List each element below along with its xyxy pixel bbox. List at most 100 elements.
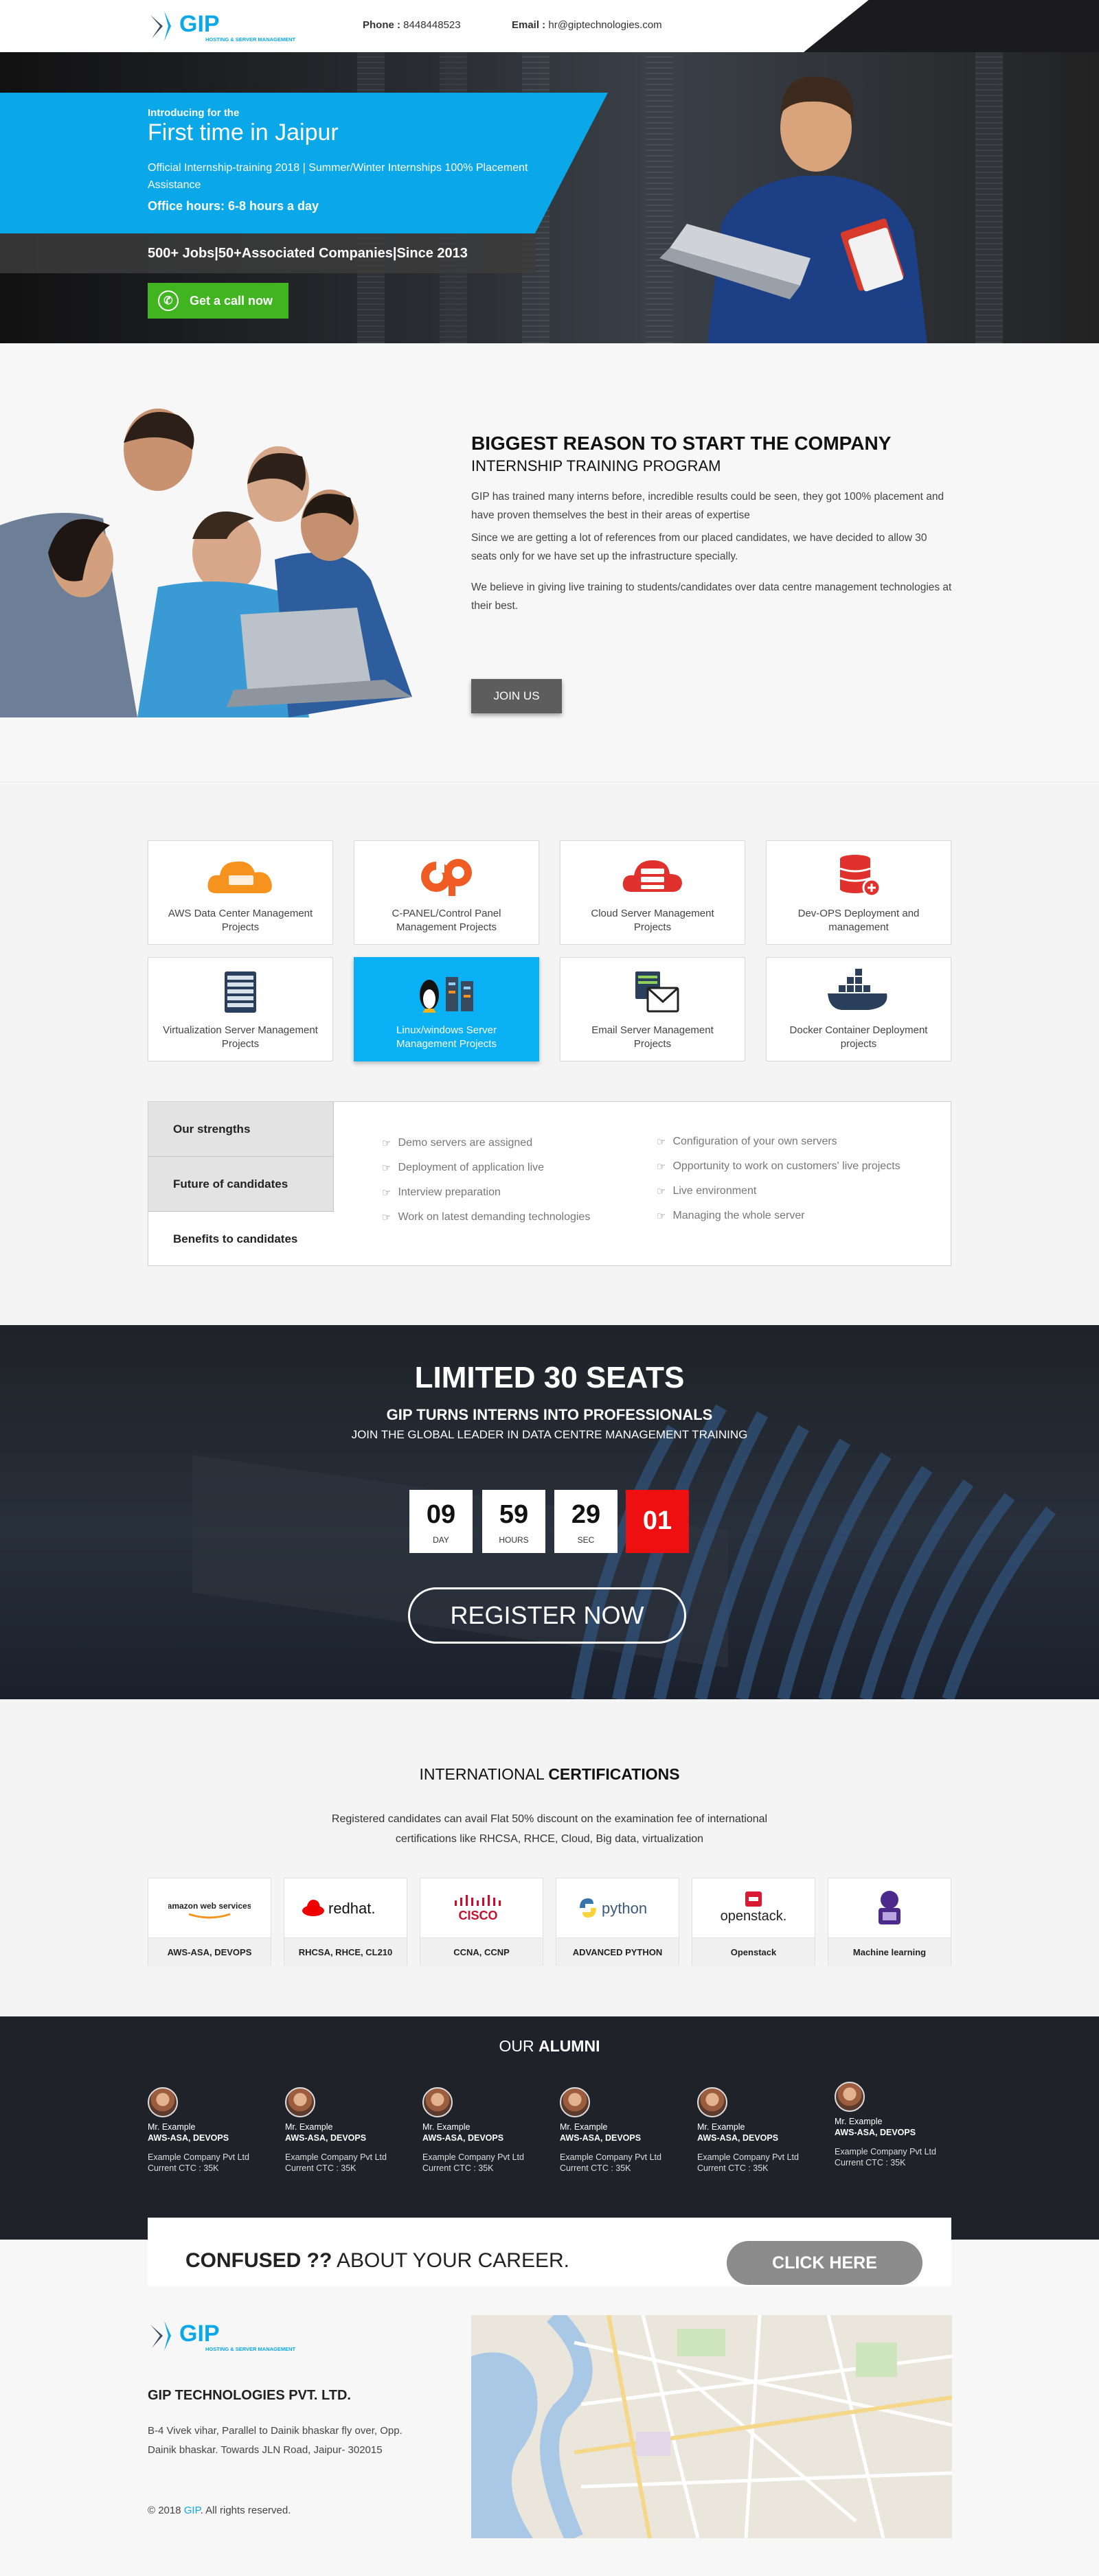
- logo-text: GIP: [179, 2321, 220, 2347]
- cert-caption: RHCSA, RHCE, CL210: [284, 1937, 407, 1966]
- svg-text:openstack.: openstack.: [721, 1909, 787, 1924]
- alumni-name: Mr. Example: [422, 2122, 471, 2132]
- service-label: Virtualization Server Management Project…: [163, 1024, 318, 1050]
- phone-icon: ✆: [158, 290, 179, 311]
- svg-text:CISCO: CISCO: [458, 1909, 497, 1922]
- service-card-docker[interactable]: Docker Container Deployment projects: [766, 957, 951, 1061]
- header-email[interactable]: Email : hr@giptechnologies.com: [512, 19, 662, 31]
- alumni-role: AWS-ASA, DEVOPS: [835, 2128, 916, 2137]
- service-card-cloud-server[interactable]: Cloud Server Management Projects: [560, 840, 745, 945]
- service-label: Cloud Server Management Projects: [591, 908, 714, 933]
- list-item: ☞ Configuration of your own servers: [657, 1136, 837, 1148]
- hand-pointer-icon: ☞: [657, 1186, 666, 1197]
- cert-caption: Openstack: [692, 1937, 815, 1966]
- alumni-name: Mr. Example: [697, 2122, 745, 2132]
- reason-subheading: INTERNSHIP TRAINING PROGRAM: [471, 457, 721, 474]
- alumni-ctc: Current CTC : 35K: [285, 2163, 356, 2173]
- reason-text-block: BIGGEST REASON TO START THE COMPANY INTE…: [471, 433, 952, 615]
- alumni-card: Mr. Example AWS-ASA, DEVOPS Example Comp…: [560, 2087, 690, 2174]
- alumni-company: Example Company Pvt Ltd: [697, 2152, 799, 2162]
- avatar: [422, 2087, 453, 2117]
- service-card-linux-windows[interactable]: Linux/windows Server Management Projects: [354, 957, 539, 1061]
- cert-card-openstack[interactable]: openstack. Openstack: [692, 1878, 815, 1966]
- avatar: [148, 2087, 178, 2117]
- list-item: ☞ Work on latest demanding technologies: [382, 1211, 591, 1223]
- certifications-section: INTERNATIONAL CERTIFICATIONS Registered …: [0, 1699, 1099, 2016]
- header-phone[interactable]: Phone : 8448448523: [363, 19, 461, 31]
- alumni-role: AWS-ASA, DEVOPS: [148, 2133, 229, 2143]
- logo-tagline: HOSTING & SERVER MANAGEMENT: [205, 36, 296, 43]
- certifications-description: Registered candidates can avail Flat 50%…: [331, 1813, 768, 1845]
- alumni-company: Example Company Pvt Ltd: [835, 2147, 936, 2157]
- amazon-logo: amazon web services: [148, 1878, 271, 1937]
- gip-logo[interactable]: GIP HOSTING & SERVER MANAGEMENT: [148, 5, 306, 47]
- alumni-name: Mr. Example: [285, 2122, 333, 2132]
- svg-text:amazon web services: amazon web services: [168, 1901, 251, 1911]
- benefits-list-left: ☞ Demo servers are assigned ☞ Deployment o…: [382, 1131, 590, 1230]
- python-logo: python: [556, 1878, 679, 1937]
- footer-copyright: © 2018 GIP. All rights reserved.: [148, 2505, 291, 2516]
- register-now-button[interactable]: REGISTER NOW: [408, 1587, 686, 1644]
- hand-pointer-icon: ☞: [382, 1162, 392, 1174]
- cert-card-aws[interactable]: amazon web services AWS-ASA, DEVOPS: [148, 1878, 271, 1966]
- cert-card-python[interactable]: python ADVANCED PYTHON: [556, 1878, 679, 1966]
- alumni-section: OUR ALUMNI Mr. Example AWS-ASA, DEVOPS E…: [0, 2016, 1099, 2240]
- machine-learning-icon: [828, 1878, 951, 1937]
- hero-stats: 500+ Jobs|50+Associated Companies|Since …: [148, 246, 468, 261]
- service-card-cpanel[interactable]: C-PANEL/Control Panel Management Project…: [354, 840, 539, 945]
- location-map[interactable]: [471, 2315, 952, 2538]
- hero-banner: Introducing for the First time in Jaipur…: [0, 52, 1099, 343]
- avatar: [285, 2087, 315, 2117]
- alumni-role: AWS-ASA, DEVOPS: [697, 2133, 779, 2143]
- reason-paragraph-3: We believe in giving live training to st…: [471, 582, 952, 612]
- service-label: Email Server Management Projects: [591, 1024, 714, 1050]
- cert-caption: AWS-ASA, DEVOPS: [148, 1937, 271, 1966]
- header-dark-corner: [804, 0, 1099, 52]
- gip-logo[interactable]: GIP HOSTING & SERVER MANAGEMENT: [148, 2315, 306, 2356]
- service-card-devops[interactable]: Dev-OPS Deployment and management: [766, 840, 951, 945]
- hand-pointer-icon: ☞: [657, 1210, 666, 1222]
- service-card-virtualization[interactable]: Virtualization Server Management Project…: [148, 957, 333, 1061]
- alumni-card: Mr. Example AWS-ASA, DEVOPS Example Comp…: [285, 2087, 416, 2174]
- footer-brand-link[interactable]: GIP: [184, 2505, 201, 2516]
- cert-card-machine-learning[interactable]: Machine learning: [828, 1878, 951, 1966]
- limited-seats-tagline: JOIN THE GLOBAL LEADER IN DATA CENTRE MA…: [351, 1428, 748, 1441]
- click-here-button[interactable]: CLICK HERE: [727, 2241, 922, 2285]
- cert-card-cisco[interactable]: CISCO CCNA, CCNP: [420, 1878, 543, 1966]
- certifications-title: INTERNATIONAL CERTIFICATIONS: [419, 1765, 680, 1783]
- get-call-button[interactable]: ✆ Get a call now: [148, 283, 288, 319]
- service-card-aws[interactable]: AWS Data Center Management Projects: [148, 840, 333, 945]
- alumni-card: Mr. Example AWS-ASA, DEVOPS Example Comp…: [422, 2087, 553, 2174]
- service-card-email-server[interactable]: Email Server Management Projects: [560, 957, 745, 1061]
- reason-paragraph-1: GIP has trained many interns before, inc…: [471, 491, 944, 521]
- hero-hours: Office hours: 6-8 hours a day: [148, 199, 319, 213]
- alumni-name: Mr. Example: [835, 2117, 883, 2126]
- svg-text:python: python: [602, 1900, 647, 1917]
- tab-benefits-to-candidates[interactable]: Benefits to candidates: [148, 1212, 334, 1267]
- limited-seats-subtitle: GIP TURNS INTERNS INTO PROFESSIONALS: [386, 1406, 713, 1423]
- limited-seats-title: LIMITED 30 SEATS: [414, 1361, 685, 1394]
- docker-icon: [828, 969, 887, 1010]
- avatar: [560, 2087, 590, 2117]
- email-server-icon: [635, 971, 679, 1013]
- list-item: ☞ Demo servers are assigned: [382, 1137, 533, 1149]
- devops-database-icon: [839, 855, 881, 897]
- list-item: ☞ Interview preparation: [382, 1186, 501, 1199]
- cert-card-redhat[interactable]: redhat. RHCSA, RHCE, CL210: [284, 1878, 407, 1966]
- tab-our-strengths[interactable]: Our strengths: [148, 1102, 334, 1157]
- logo-text: GIP: [179, 11, 220, 37]
- limited-seats-section: LIMITED 30 SEATS GIP TURNS INTERNS INTO …: [0, 1325, 1099, 1699]
- services-section: AWS Data Center Management Projects C-PA…: [0, 783, 1099, 1326]
- cloud-server-icon: [622, 860, 682, 892]
- alumni-company: Example Company Pvt Ltd: [285, 2152, 387, 2162]
- cpanel-icon: [421, 859, 472, 896]
- list-item: ☞ Opportunity to work on customers' live …: [657, 1160, 900, 1173]
- hero-subtitle: Official Internship-training 2018 | Summ…: [148, 162, 528, 191]
- alumni-name: Mr. Example: [148, 2122, 196, 2132]
- tab-future-of-candidates[interactable]: Future of candidates: [148, 1157, 334, 1212]
- join-us-button[interactable]: JOIN US: [471, 679, 562, 713]
- hero-title: First time in Jaipur: [148, 119, 339, 146]
- cisco-logo: CISCO: [420, 1878, 543, 1937]
- alumni-title: OUR ALUMNI: [499, 2037, 600, 2055]
- alumni-name: Mr. Example: [560, 2122, 608, 2132]
